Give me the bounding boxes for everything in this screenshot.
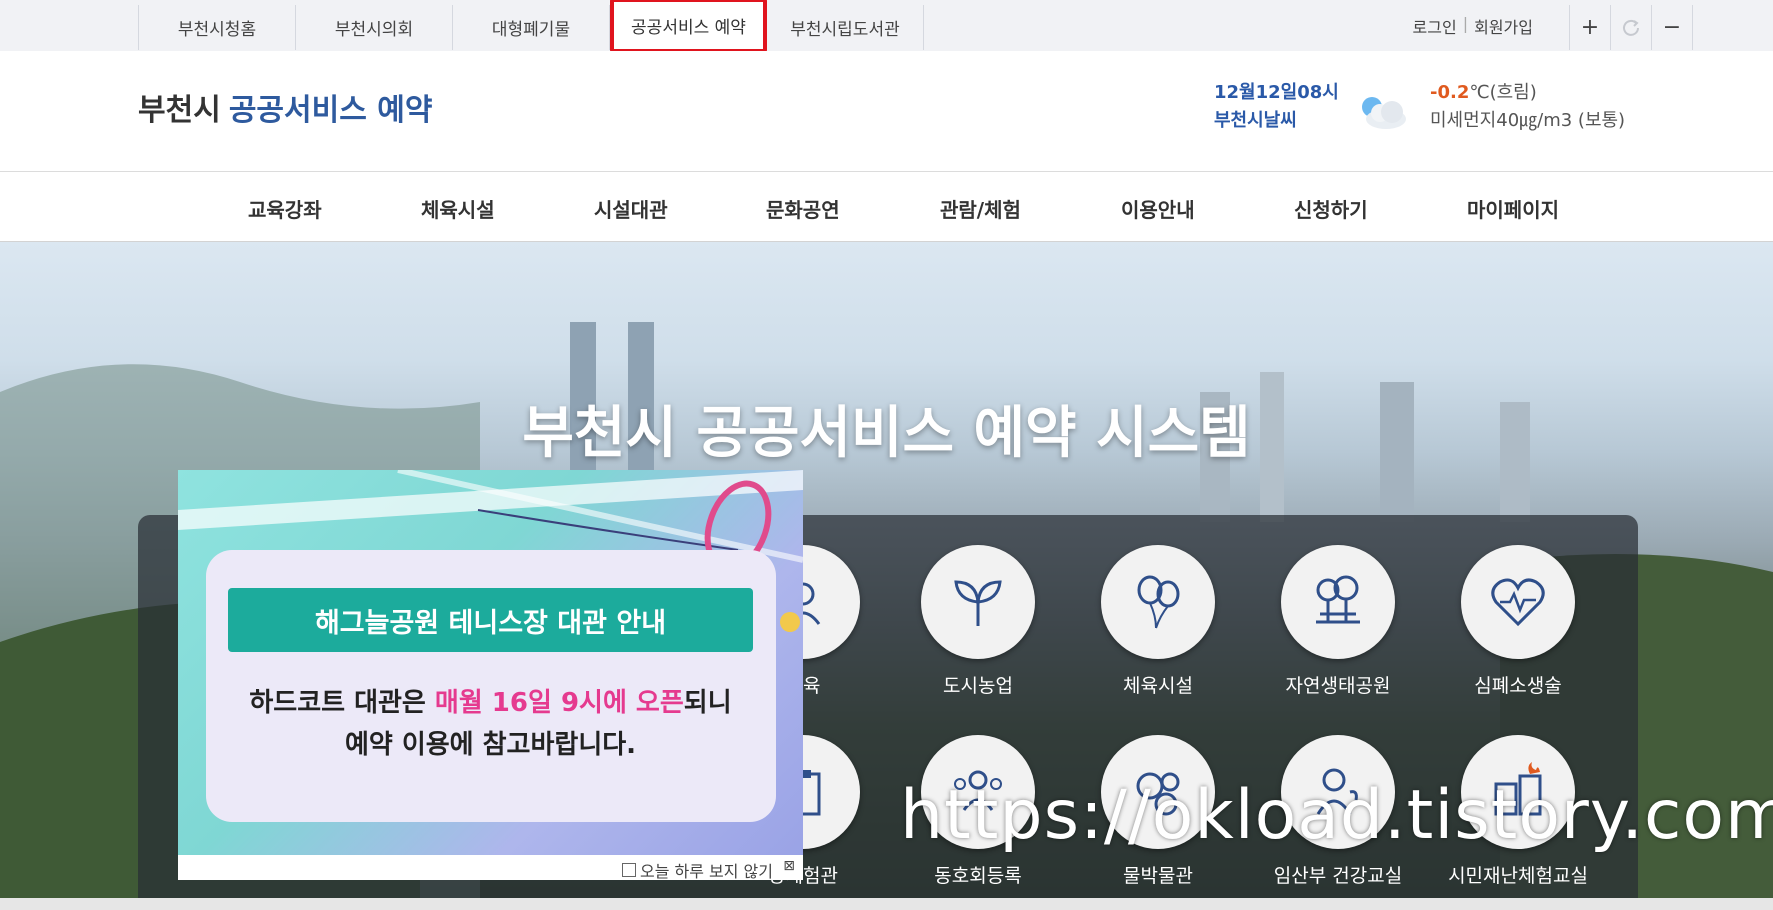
site-header: 부천시 공공서비스 예약 12월12일08시 부천시날씨 -0.2℃(흐림) 미세… [0, 51, 1773, 172]
service-label: 동호회등록 [934, 865, 1022, 887]
service-eco-park[interactable]: 자연생태공원 [1253, 545, 1423, 698]
msg-part-b: 되니 [683, 688, 732, 718]
service-label: 체육시설 [1123, 675, 1193, 697]
dont-show-today[interactable]: 오늘 하루 보지 않기 [621, 858, 773, 882]
service-label: 심폐소생술 [1474, 675, 1562, 697]
main-nav: 교육강좌 체육시설 시설대관 문화공연 관람/체험 이용안내 신청하기 마이페이… [0, 172, 1773, 242]
heartbeat-icon [1461, 545, 1575, 659]
msg-highlight: 매월 16일 9시에 오픈 [434, 688, 684, 718]
nav-mypage[interactable]: 마이페이지 [1467, 194, 1559, 223]
service-label: 물박물관 [1123, 865, 1193, 887]
notice-popup: 해그늘공원 테니스장 대관 안내 하드코트 대관은 매월 16일 9시에 오픈되… [178, 470, 803, 882]
nav-culture[interactable]: 문화공연 [766, 194, 840, 223]
weather-detail: -0.2℃(흐림) 미세먼지40㎍/m3 (보통) [1430, 79, 1625, 135]
hero-title: 부천시 공공서비스 예약 시스템 [522, 401, 1251, 466]
link-bulky-waste[interactable]: 대형폐기물 [453, 5, 610, 50]
popup-footer: 오늘 하루 보지 않기 ⊠ [178, 855, 803, 882]
link-city-council[interactable]: 부천시의회 [296, 5, 453, 50]
dont-show-checkbox[interactable] [621, 863, 636, 877]
nav-sports[interactable]: 체육시설 [421, 194, 495, 223]
watermark-text: https://okload.tistory.com [900, 776, 1773, 855]
site-links: 부천시청홈 부천시의회 대형폐기물 공공서비스 예약 부천시립도서관 [138, 0, 924, 53]
service-label: 시민재난체험교실 [1448, 865, 1588, 887]
temperature: -0.2 [1430, 82, 1470, 103]
link-city-library[interactable]: 부천시립도서관 [767, 5, 924, 50]
refresh-icon[interactable] [1611, 5, 1652, 50]
link-public-service-reservation[interactable]: 공공서비스 예약 [610, 0, 767, 53]
tree-icon [1281, 545, 1395, 659]
balloon-icon [1101, 545, 1215, 659]
utility-bar: 부천시청홈 부천시의회 대형폐기물 공공서비스 예약 부천시립도서관 로그인 |… [0, 0, 1773, 53]
close-icon[interactable]: ⊠ [783, 858, 795, 874]
signup-link[interactable]: 회원가입 [1474, 14, 1533, 38]
nav-facility-rental[interactable]: 시설대관 [594, 194, 668, 223]
service-label: 임산부 건강교실 [1273, 865, 1403, 887]
zoom-out-button[interactable]: − [1652, 5, 1693, 50]
dont-show-label: 오늘 하루 보지 않기 [639, 862, 773, 881]
link-city-home[interactable]: 부천시청홈 [139, 5, 296, 50]
cloud-sun-icon [1354, 91, 1410, 131]
service-label: 자연생태공원 [1285, 675, 1391, 697]
weather-date: 12월12일08시 부천시날씨 [1214, 79, 1339, 135]
site-logo[interactable]: 부천시 공공서비스 예약 [138, 85, 432, 129]
browser-bottom-strip [0, 898, 1773, 910]
service-urban-farming[interactable]: 도시농업 [893, 545, 1063, 698]
service-cpr[interactable]: 심폐소생술 [1433, 545, 1603, 698]
login-link[interactable]: 로그인 [1413, 14, 1457, 38]
logo-city: 부천시 [138, 93, 221, 128]
notice-message: 하드코트 대관은 매월 16일 9시에 오픈되니 예약 이용에 참고바랍니다. [218, 682, 763, 766]
zoom-controls: + − [1569, 5, 1693, 50]
weather-place: 부천시날씨 [1214, 110, 1297, 131]
nav-experience[interactable]: 관람/체험 [940, 194, 1021, 223]
zoom-in-button[interactable]: + [1570, 5, 1611, 50]
nav-education[interactable]: 교육강좌 [248, 194, 322, 223]
user-links: 로그인 | 회원가입 [1413, 14, 1533, 38]
notice-banner: 해그늘공원 테니스장 대관 안내 [228, 588, 753, 652]
msg-part-a: 하드코트 대관은 [249, 688, 435, 718]
fine-dust: 미세먼지40㎍/m3 (보통) [1430, 110, 1626, 131]
sprout-icon [921, 545, 1035, 659]
nav-apply[interactable]: 신청하기 [1294, 194, 1368, 223]
weather-datetime: 12월12일08시 [1214, 82, 1339, 103]
divider: | [1462, 14, 1469, 33]
msg-line-2: 예약 이용에 참고바랍니다. [344, 730, 637, 760]
temperature-unit: ℃(흐림) [1469, 82, 1537, 103]
service-sports-facility[interactable]: 체육시설 [1073, 545, 1243, 698]
nav-guide[interactable]: 이용안내 [1121, 194, 1195, 223]
service-label: 도시농업 [943, 675, 1013, 697]
logo-service: 공공서비스 예약 [228, 93, 433, 128]
